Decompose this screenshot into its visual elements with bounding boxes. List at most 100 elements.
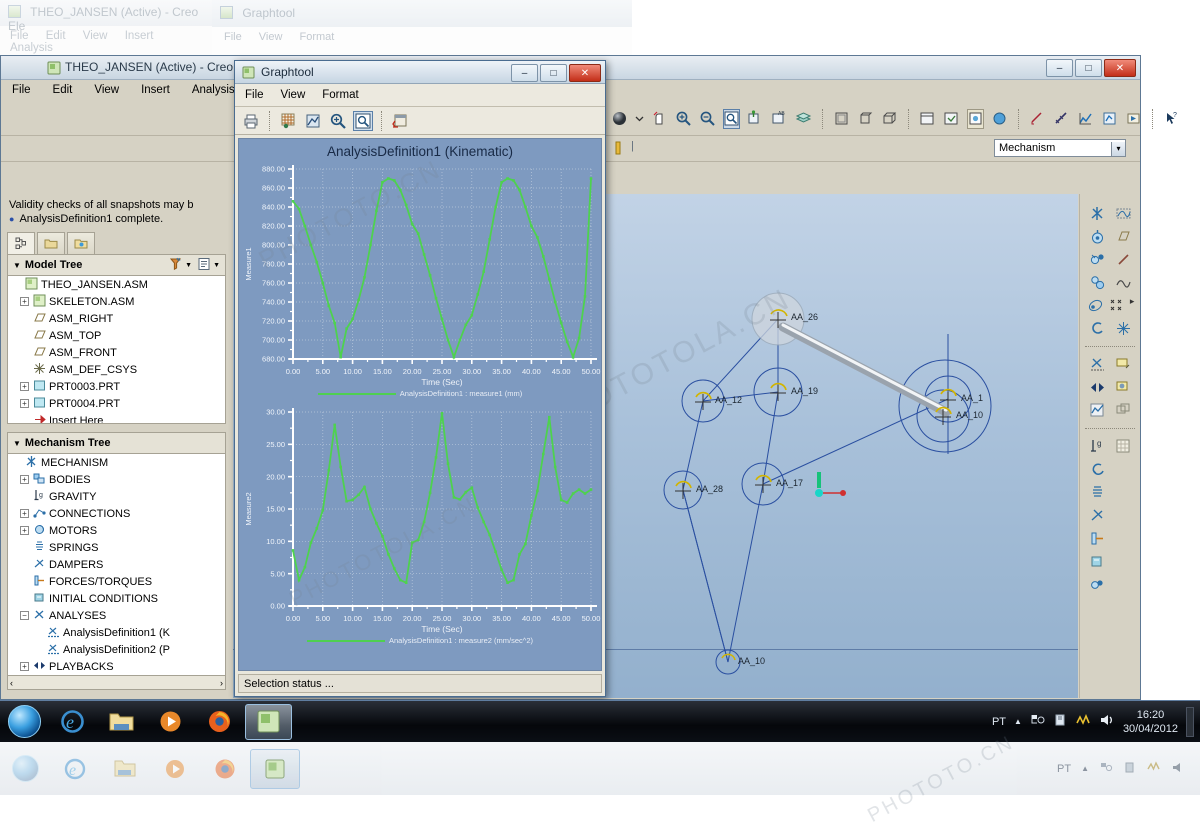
media-player-icon[interactable] xyxy=(150,749,200,789)
print-icon[interactable] xyxy=(241,111,261,131)
view-trimetric-icon[interactable] xyxy=(881,109,898,129)
curve-wave-icon[interactable] xyxy=(1114,273,1133,292)
gravity-set-icon[interactable]: g xyxy=(1088,437,1107,456)
plane-icon[interactable] xyxy=(1114,227,1133,246)
datum-display-icon[interactable] xyxy=(747,109,764,129)
menu-view[interactable]: View xyxy=(83,80,130,100)
language-indicator[interactable]: PT xyxy=(992,716,1006,728)
expand-button[interactable]: + xyxy=(20,297,29,306)
initial-cond-icon[interactable] xyxy=(1088,552,1107,571)
graphtool-titlebar[interactable]: Graphtool – □ ✕ xyxy=(235,61,605,84)
capture-icon[interactable] xyxy=(1114,378,1133,397)
cam-icon[interactable] xyxy=(1086,296,1105,315)
points-icon[interactable] xyxy=(1108,296,1127,315)
folder-browser-tab[interactable] xyxy=(37,232,65,254)
menu-view[interactable]: View xyxy=(281,89,306,101)
model-tree-tab[interactable] xyxy=(7,232,35,254)
mechanism-tree-hscrollbar[interactable]: ‹ › xyxy=(7,676,226,690)
chevron-down-icon[interactable]: ▼ xyxy=(185,262,192,269)
help-arrow-icon[interactable]: ? xyxy=(1163,109,1180,129)
collapse-button[interactable]: − xyxy=(20,611,29,620)
menu-file[interactable]: File xyxy=(245,89,264,101)
mechanism-tree-header[interactable]: ▼ Mechanism Tree xyxy=(7,432,226,454)
scroll-left-button[interactable]: ‹ xyxy=(10,678,13,688)
named-view-icon[interactable] xyxy=(943,109,960,129)
show-hidden-icons[interactable]: ▲ xyxy=(1081,764,1089,773)
graph-icon[interactable] xyxy=(1088,401,1107,420)
spin-center-icon[interactable] xyxy=(651,109,668,129)
tree-node[interactable]: − ANALYSES xyxy=(8,607,225,624)
action-center-icon[interactable] xyxy=(1053,713,1067,730)
firefox-taskbar-button[interactable] xyxy=(196,704,243,740)
menu-edit[interactable]: Edit xyxy=(42,80,84,100)
mechanism-tree[interactable]: MECHANISM + BODIES g GRAVITY + CONNECTIONS + MOT… xyxy=(7,454,226,676)
tree-node[interactable]: FORCES/TORQUES xyxy=(8,573,225,590)
zoom-out-icon[interactable] xyxy=(699,109,716,129)
damper-icon[interactable] xyxy=(1088,506,1107,525)
grid-icon[interactable] xyxy=(1114,437,1133,456)
tree-node[interactable]: INITIAL CONDITIONS xyxy=(8,590,225,607)
measure-icon[interactable] xyxy=(1053,109,1070,129)
tree-node[interactable]: + PLAYBACKS xyxy=(8,658,225,675)
tree-node[interactable]: Insert Here xyxy=(8,412,225,423)
close-button[interactable]: ✕ xyxy=(569,64,601,82)
media-player-taskbar-button[interactable] xyxy=(147,704,194,740)
spring-icon[interactable] xyxy=(1088,483,1107,502)
tree-node[interactable]: SPRINGS xyxy=(8,539,225,556)
tree-node[interactable]: MECHANISM xyxy=(8,454,225,471)
chart-measure2[interactable]: 0.00 5.00 10.00 15.00 20.00 25.00 30.00 0.00 5.0… xyxy=(239,404,601,636)
menu-insert[interactable]: Insert xyxy=(130,80,181,100)
expand-button[interactable]: + xyxy=(20,382,29,391)
appearance-icon[interactable] xyxy=(991,109,1008,129)
grid-toggle-icon[interactable] xyxy=(278,111,298,131)
tree-node[interactable]: + CONNECTIONS xyxy=(8,505,225,522)
tree-node[interactable]: THEO_JANSEN.ASM xyxy=(8,276,225,293)
volume-icon[interactable] xyxy=(1171,761,1186,777)
graphtool-chart-area[interactable]: AnalysisDefinition1 (Kinematic) 680.00 70… xyxy=(238,138,602,671)
show-desktop-button[interactable] xyxy=(1186,706,1194,737)
gravity-body-icon[interactable] xyxy=(1088,227,1107,246)
model-analysis-icon[interactable] xyxy=(1101,109,1118,129)
annotation-display-icon[interactable]: AB xyxy=(771,109,788,129)
creo-icon[interactable] xyxy=(250,748,300,789)
chevron-down-icon[interactable]: ▼ xyxy=(13,439,21,448)
menu-file[interactable]: File xyxy=(1,80,42,100)
zoom-fit-icon[interactable] xyxy=(353,110,373,131)
expand-button[interactable]: + xyxy=(20,526,29,535)
battery-icon[interactable] xyxy=(1075,713,1091,730)
mode-select[interactable]: Mechanism ▾ xyxy=(994,139,1126,157)
zoom-in-icon[interactable] xyxy=(675,109,692,129)
start-button-reflection[interactable] xyxy=(0,749,50,789)
creo-taskbar-button[interactable] xyxy=(245,703,292,740)
tree-node[interactable]: + SKELETON.ASM xyxy=(8,293,225,310)
playback-icon[interactable] xyxy=(1088,378,1107,397)
drag-icon[interactable] xyxy=(1088,460,1107,479)
belt-icon[interactable] xyxy=(1088,319,1107,338)
language-indicator[interactable]: PT xyxy=(1057,763,1071,775)
expand-button[interactable]: + xyxy=(20,509,29,518)
minimize-button[interactable]: – xyxy=(511,64,538,82)
tree-node[interactable]: ASM_DEF_CSYS xyxy=(8,361,225,378)
start-button[interactable] xyxy=(0,703,48,741)
zoom-in-icon[interactable] xyxy=(328,111,348,131)
internet-explorer-taskbar-button[interactable]: e xyxy=(49,704,96,740)
tree-node[interactable]: + PRT0003.PRT xyxy=(8,378,225,395)
model-tree-header[interactable]: ▼ Model Tree ▼ ▼ xyxy=(7,254,226,276)
chevron-down-icon[interactable]: ▼ xyxy=(13,261,21,270)
curve-icon[interactable] xyxy=(1114,204,1133,223)
shading-icon[interactable] xyxy=(611,109,628,129)
csys-star-icon[interactable] xyxy=(1114,319,1133,338)
highlight-icon[interactable] xyxy=(613,140,623,161)
model-tree[interactable]: THEO_JANSEN.ASM + SKELETON.ASM ASM_RIGHT ASM… xyxy=(7,276,226,424)
close-button[interactable]: ✕ xyxy=(1104,59,1136,77)
view-standard-icon[interactable] xyxy=(833,109,850,129)
tree-node[interactable]: g GRAVITY xyxy=(8,488,225,505)
favorites-tab[interactable] xyxy=(67,232,95,254)
tree-filter-icon[interactable] xyxy=(168,257,183,274)
tree-node[interactable]: ASM_RIGHT xyxy=(8,310,225,327)
chart-measure1[interactable]: 680.00 700.00 720.00 740.00 760.00 780.00 800.… xyxy=(239,161,601,389)
tree-node[interactable]: AnalysisDefinition1 (K xyxy=(8,624,225,641)
chevron-down-icon[interactable] xyxy=(635,109,644,129)
model-player-icon[interactable] xyxy=(1125,109,1142,129)
tree-node[interactable]: + BODIES xyxy=(8,471,225,488)
